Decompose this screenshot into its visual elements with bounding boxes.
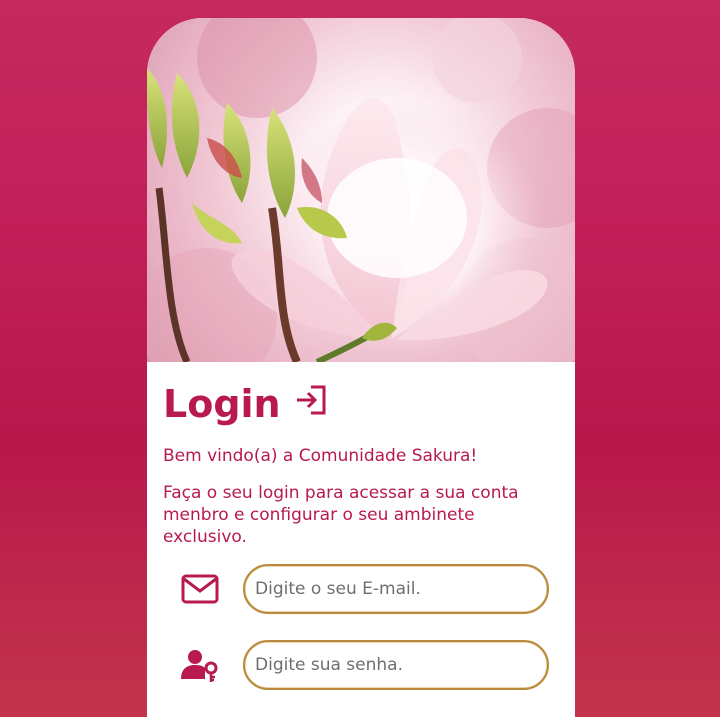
- user-key-icon: [181, 648, 219, 682]
- magnolia-hero-image: [147, 18, 575, 362]
- password-row: [147, 640, 567, 690]
- welcome-text: Bem vindo(a) a Comunidade Sakura!: [163, 446, 478, 466]
- page-title: Login: [163, 382, 281, 426]
- description-text: Faça o seu login para acessar a sua cont…: [163, 483, 519, 547]
- login-content: Login Bem vindo(a) a Comunidade Sakura! …: [163, 380, 563, 548]
- password-field[interactable]: [243, 640, 549, 690]
- email-field[interactable]: [243, 564, 549, 614]
- login-title-row: Login: [163, 380, 563, 428]
- login-arrow-icon: [295, 383, 329, 417]
- login-card: Login Bem vindo(a) a Comunidade Sakura! …: [147, 18, 575, 717]
- mail-icon: [181, 572, 219, 606]
- email-row: [147, 564, 567, 614]
